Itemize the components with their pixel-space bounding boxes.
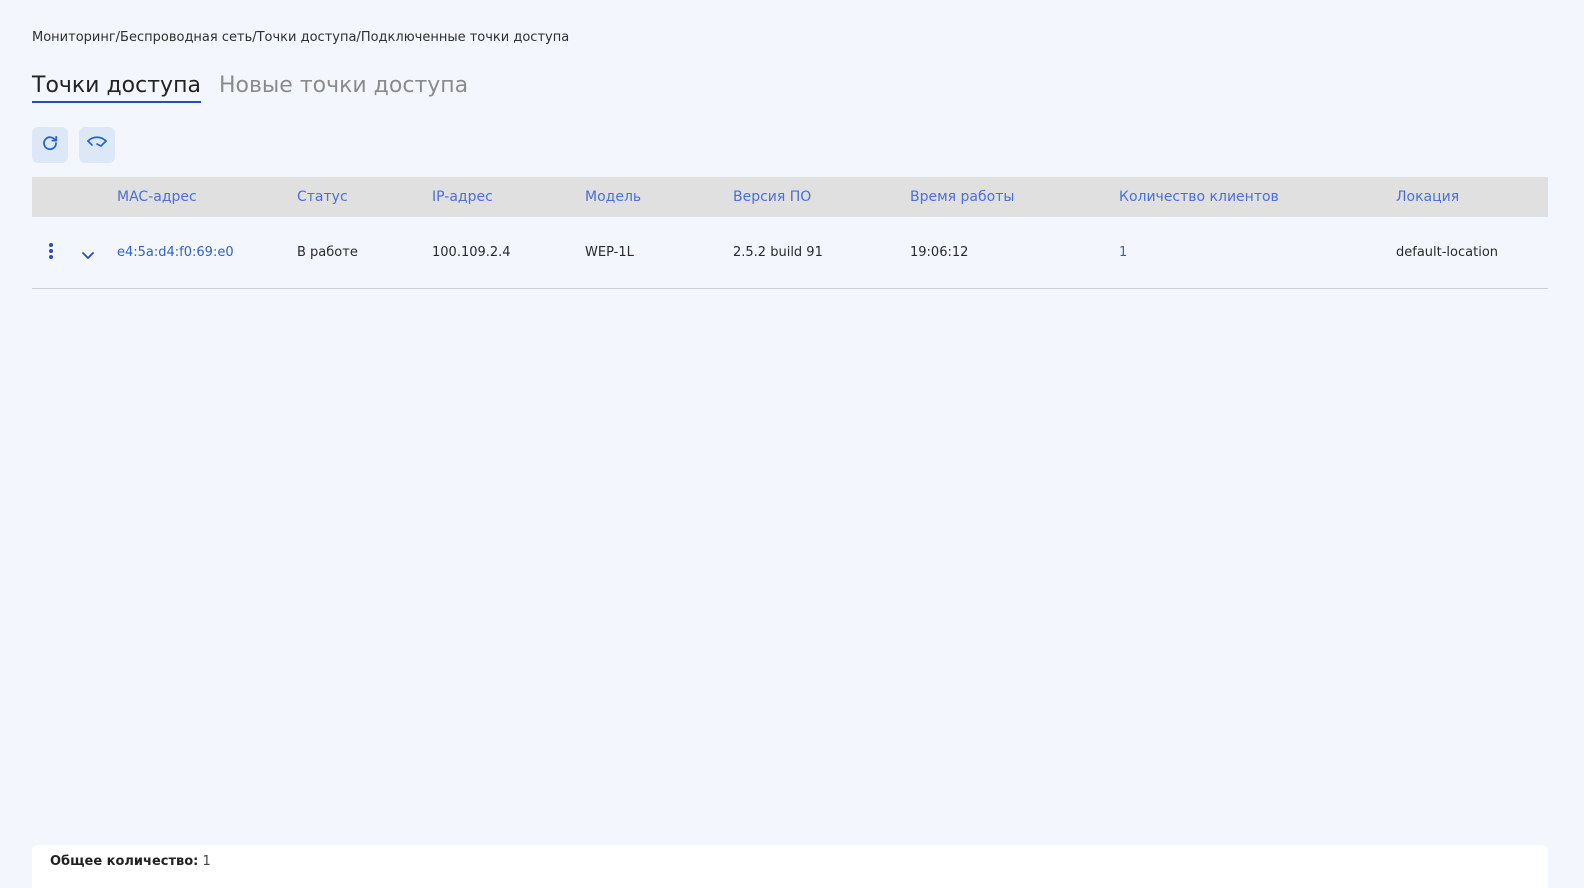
- access-points-table: MAC-адрес Статус IP-адрес Модель Версия …: [32, 177, 1548, 289]
- table-row: e4:5a:d4:f0:69:e0 В работе 100.109.2.4 W…: [32, 217, 1548, 289]
- column-mac[interactable]: MAC-адрес: [117, 177, 197, 217]
- tab-new-access-points[interactable]: Новые точки доступа: [219, 72, 468, 103]
- cell-clients-link[interactable]: 1: [1119, 217, 1127, 288]
- refresh-button[interactable]: [32, 127, 68, 163]
- chevron-down-icon: [81, 245, 95, 264]
- row-expand-button[interactable]: [78, 244, 98, 264]
- toolbar: [32, 127, 115, 163]
- column-uptime[interactable]: Время работы: [910, 177, 1014, 217]
- cell-firmware: 2.5.2 build 91: [733, 245, 823, 260]
- table-footer: Общее количество: 1: [32, 845, 1548, 888]
- cell-uptime: 19:06:12: [910, 245, 969, 260]
- column-ip[interactable]: IP-адрес: [432, 177, 493, 217]
- reconnect-button[interactable]: [79, 127, 115, 163]
- column-location[interactable]: Локация: [1396, 177, 1459, 217]
- total-count-value: 1: [202, 854, 211, 869]
- column-status[interactable]: Статус: [297, 177, 348, 217]
- tabs: Точки доступа Новые точки доступа: [32, 72, 468, 103]
- page: Мониторинг/Беспроводная сеть/Точки досту…: [0, 0, 1584, 888]
- cell-mac-link[interactable]: e4:5a:d4:f0:69:e0: [117, 217, 234, 288]
- total-count-label: Общее количество:: [50, 854, 199, 869]
- cell-ip: 100.109.2.4: [432, 245, 511, 260]
- cell-model: WEP-1L: [585, 245, 634, 260]
- breadcrumb: Мониторинг/Беспроводная сеть/Точки досту…: [32, 30, 570, 45]
- more-vertical-icon: [48, 242, 54, 264]
- refresh-icon: [41, 134, 59, 156]
- table-header: MAC-адрес Статус IP-адрес Модель Версия …: [32, 177, 1548, 217]
- wireless-reconnect-icon: [86, 134, 108, 156]
- column-model[interactable]: Модель: [585, 177, 641, 217]
- cell-status: В работе: [297, 245, 358, 260]
- cell-location: default-location: [1396, 245, 1499, 260]
- column-firmware[interactable]: Версия ПО: [733, 177, 811, 217]
- total-count: Общее количество: 1: [50, 854, 211, 869]
- column-clients[interactable]: Количество клиентов: [1119, 177, 1279, 217]
- row-actions-button[interactable]: [42, 242, 60, 264]
- tab-access-points[interactable]: Точки доступа: [32, 72, 201, 103]
